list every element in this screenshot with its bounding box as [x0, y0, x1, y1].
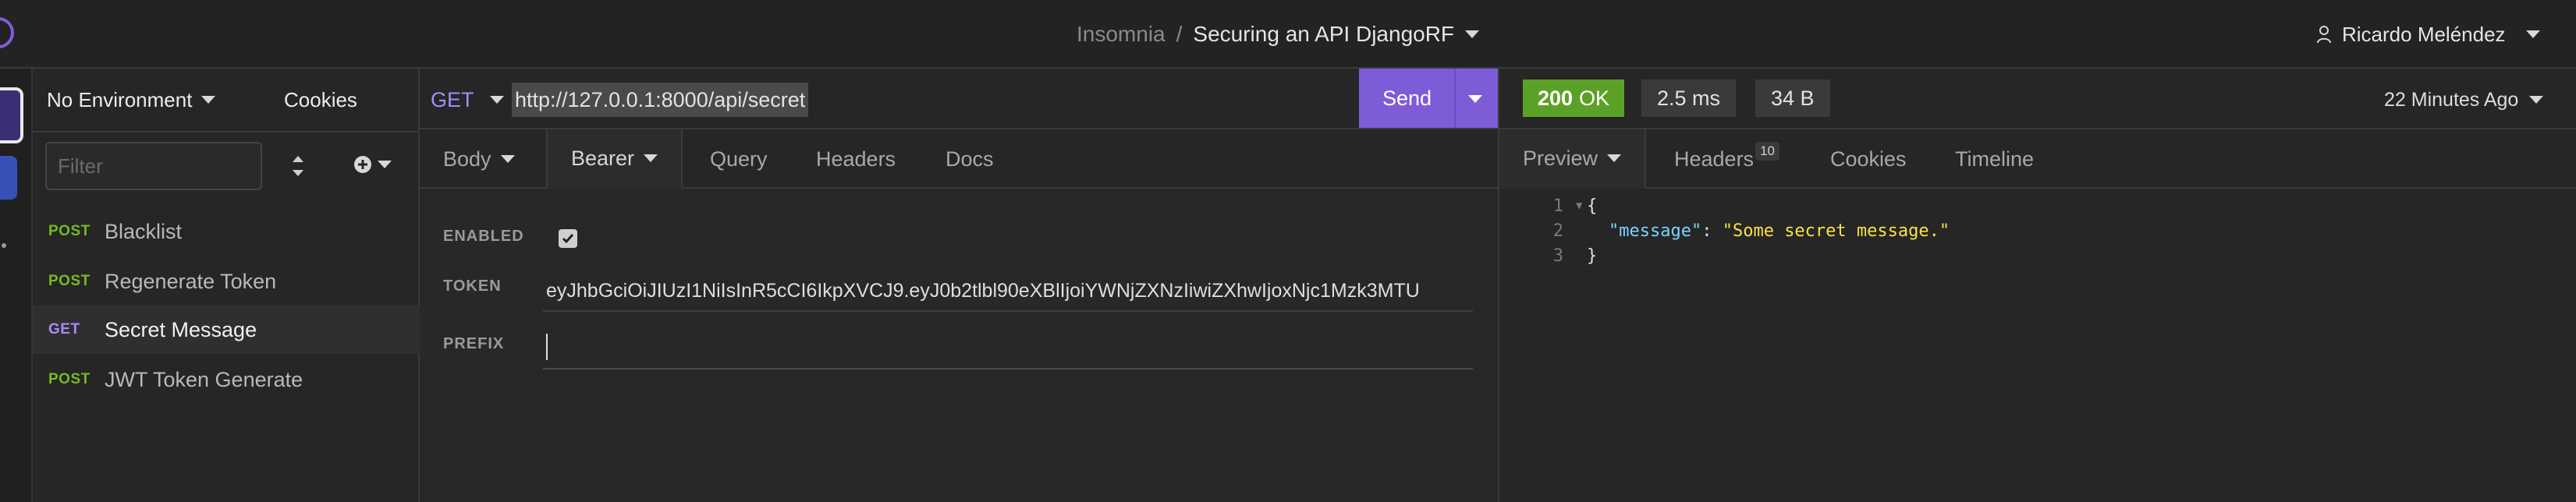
- method-label[interactable]: GET: [431, 88, 474, 112]
- method-select[interactable]: GET: [431, 83, 504, 117]
- request-name[interactable]: Secret Message: [105, 318, 257, 342]
- json-colon: :: [1701, 221, 1723, 241]
- send-button[interactable]: Send: [1359, 69, 1498, 128]
- json-close-brace: }: [1587, 246, 1598, 266]
- chevron-down-icon[interactable]: [2529, 96, 2544, 104]
- app-name[interactable]: Insomnia: [1077, 22, 1166, 47]
- tab-body[interactable]: Body: [443, 129, 515, 189]
- tab-docs[interactable]: Docs: [946, 129, 994, 189]
- cookies-button[interactable]: Cookies: [284, 83, 357, 117]
- list-item-selected[interactable]: GET Secret Message: [33, 306, 420, 354]
- tab-label[interactable]: Timeline: [1955, 147, 2034, 171]
- chevron-down-icon[interactable]: [378, 161, 392, 168]
- enabled-label: ENABLED: [443, 228, 524, 245]
- status-text: OK: [1579, 86, 1610, 110]
- code-line: 1 ▼ {: [1529, 193, 1598, 218]
- chevron-down-icon[interactable]: [644, 154, 658, 162]
- headers-count-badge: 10: [1755, 142, 1779, 161]
- tab-preview[interactable]: Preview: [1499, 129, 1647, 189]
- tab-label[interactable]: Body: [443, 147, 491, 171]
- response-time-badge: 2.5 ms: [1641, 80, 1737, 117]
- tab-auth[interactable]: Bearer: [546, 129, 683, 189]
- tab-query[interactable]: Query: [710, 129, 768, 189]
- environment-label[interactable]: No Environment: [47, 88, 192, 112]
- line-number: 3: [1552, 246, 1563, 266]
- tab-timeline[interactable]: Timeline: [1955, 129, 2034, 189]
- text-cursor: [546, 334, 548, 360]
- chevron-down-icon[interactable]: [1465, 30, 1480, 38]
- token-label: TOKEN: [443, 278, 502, 295]
- url-input[interactable]: http://127.0.0.1:8000/api/secret: [512, 83, 809, 117]
- list-item[interactable]: POST JWT Token Generate: [33, 355, 420, 404]
- fold-icon[interactable]: ▼: [1576, 200, 1587, 212]
- rail-dot-icon: [2, 243, 6, 248]
- token-input[interactable]: eyJhbGciOiJIUzI1NiIsInR5cCI6IkpXVCJ9.eyJ…: [543, 271, 1473, 312]
- code-line: 3 }: [1529, 243, 1598, 268]
- json-value: "Some secret message.": [1722, 221, 1950, 241]
- send-label[interactable]: Send: [1382, 87, 1432, 111]
- user-menu[interactable]: Ricardo Meléndez: [2315, 17, 2540, 51]
- tab-label[interactable]: Query: [710, 147, 768, 171]
- line-number: 1: [1552, 196, 1563, 216]
- checkmark-icon: [562, 234, 574, 244]
- enabled-checkbox[interactable]: [559, 229, 577, 248]
- status-code: 200: [1537, 86, 1574, 110]
- response-tabs: [1498, 129, 2576, 189]
- tab-label[interactable]: Bearer: [571, 147, 634, 171]
- plus-circle-icon[interactable]: [353, 154, 373, 175]
- send-divider: [1454, 69, 1456, 128]
- project-button[interactable]: [0, 87, 23, 143]
- filter-input[interactable]: [45, 142, 262, 190]
- list-item[interactable]: POST Blacklist: [33, 207, 420, 256]
- status-badge: 200 OK: [1523, 80, 1624, 117]
- json-open-brace: {: [1587, 196, 1598, 216]
- tab-headers[interactable]: Headers: [816, 129, 896, 189]
- sort-icon[interactable]: [289, 153, 307, 179]
- request-name[interactable]: Regenerate Token: [105, 270, 276, 294]
- chevron-down-icon[interactable]: [2525, 30, 2540, 38]
- method-badge: GET: [48, 321, 80, 338]
- workspace-title[interactable]: Insomnia / Securing an API DjangoRF: [1077, 17, 1480, 51]
- tab-label[interactable]: Preview: [1523, 147, 1598, 171]
- code-line: 2 "message" : "Some secret message.": [1529, 218, 1950, 243]
- chevron-down-icon[interactable]: [1607, 154, 1622, 162]
- tab-label[interactable]: Docs: [946, 147, 994, 171]
- chevron-down-icon[interactable]: [500, 155, 515, 163]
- prefix-input[interactable]: [543, 326, 1473, 369]
- list-item[interactable]: POST Regenerate Token: [33, 257, 420, 306]
- tab-response-cookies[interactable]: Cookies: [1830, 129, 1907, 189]
- chevron-down-icon[interactable]: [489, 96, 504, 104]
- method-badge: POST: [48, 223, 90, 239]
- response-size-badge: 34 B: [1755, 80, 1830, 117]
- add-request-button[interactable]: [353, 154, 392, 175]
- tab-label[interactable]: Cookies: [1830, 147, 1907, 171]
- tab-label[interactable]: Headers: [816, 147, 896, 171]
- line-number: 2: [1552, 221, 1563, 241]
- chevron-down-icon[interactable]: [201, 96, 216, 104]
- prefix-label: PREFIX: [443, 335, 505, 352]
- method-badge: POST: [48, 273, 90, 289]
- tab-response-headers[interactable]: Headers 10: [1674, 129, 1779, 189]
- workspace-name[interactable]: Securing an API DjangoRF: [1193, 22, 1454, 47]
- breadcrumb-separator: /: [1176, 22, 1183, 46]
- project-button-secondary[interactable]: [0, 156, 17, 200]
- user-name[interactable]: Ricardo Meléndez: [2342, 23, 2506, 47]
- chevron-down-icon[interactable]: [1468, 95, 1482, 103]
- tab-label[interactable]: Headers: [1674, 147, 1754, 171]
- history-dropdown[interactable]: 22 Minutes Ago: [2384, 83, 2544, 117]
- environment-select[interactable]: No Environment: [47, 83, 216, 117]
- time-ago-label[interactable]: 22 Minutes Ago: [2384, 89, 2518, 111]
- request-name[interactable]: Blacklist: [105, 220, 182, 244]
- json-key: "message": [1609, 221, 1702, 241]
- user-icon: [2317, 26, 2331, 44]
- method-badge: POST: [48, 371, 90, 387]
- request-name[interactable]: JWT Token Generate: [105, 368, 303, 392]
